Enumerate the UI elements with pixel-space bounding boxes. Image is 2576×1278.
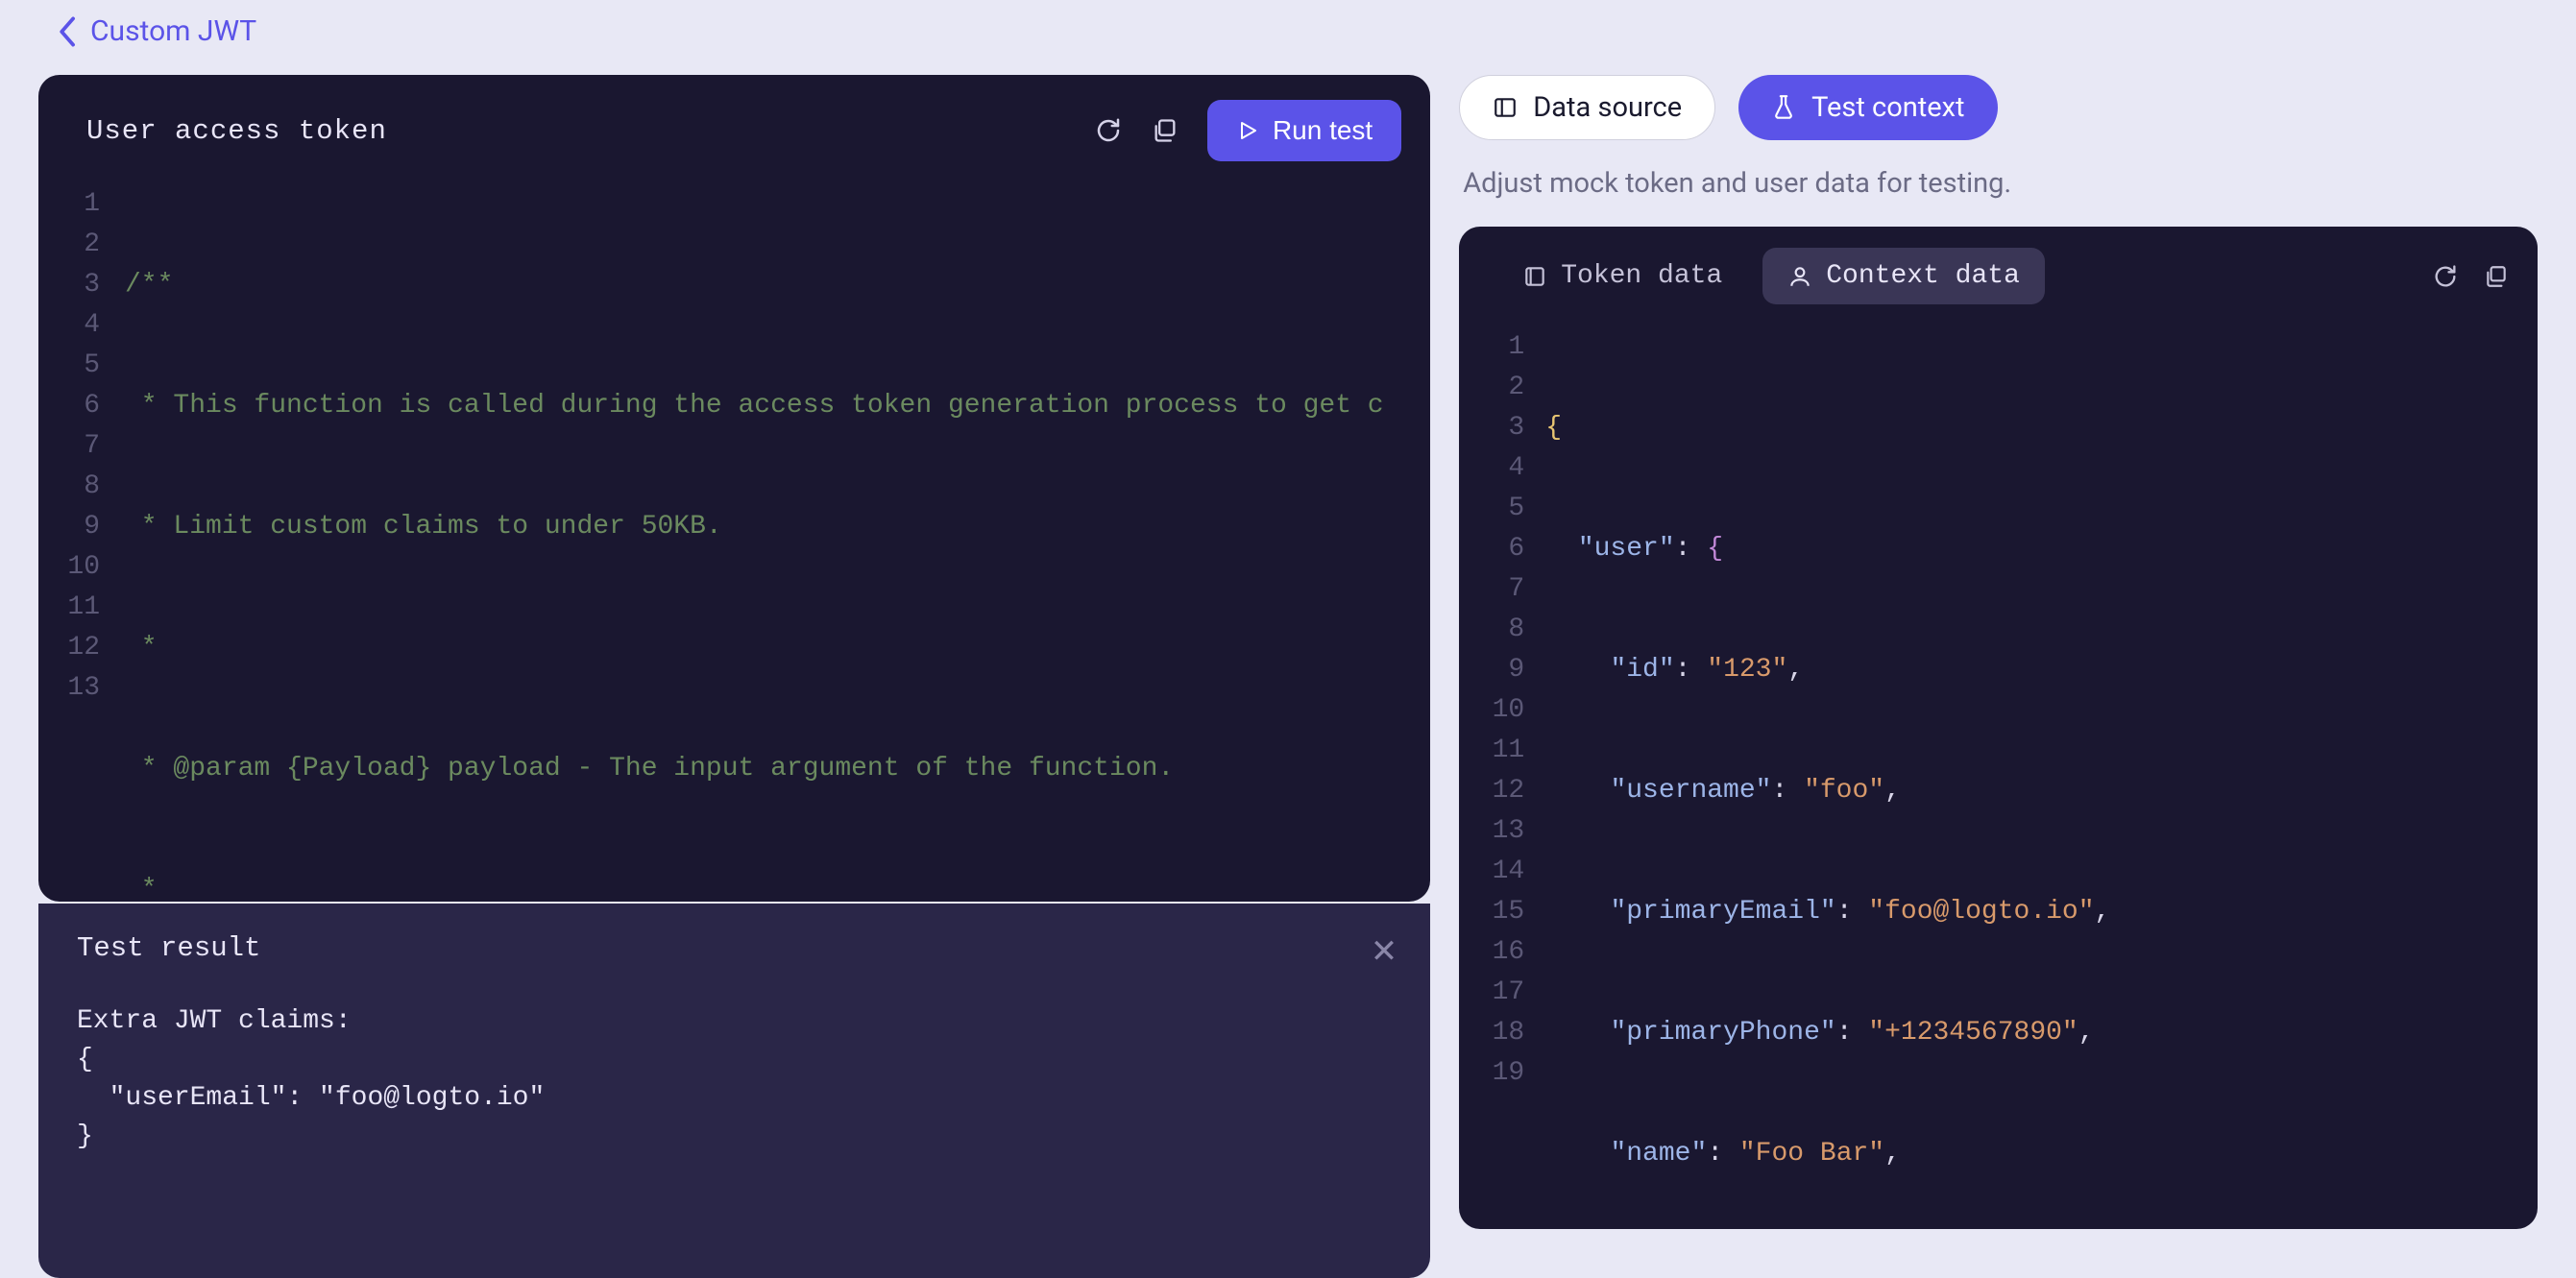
panel-icon (1493, 95, 1518, 120)
editor-panel: User access token Run test (38, 75, 1430, 902)
code-editor[interactable]: 12345678910111213 /** * This function is… (38, 179, 1430, 902)
tab-context-data[interactable]: Context data (1762, 248, 2045, 304)
close-icon[interactable]: ✕ (1371, 932, 1398, 973)
refresh-icon[interactable] (2432, 263, 2459, 290)
tab-token-data[interactable]: Token data (1497, 248, 1747, 304)
token-icon (1522, 264, 1547, 289)
run-test-button[interactable]: Run test (1207, 100, 1401, 161)
flask-icon (1771, 93, 1796, 122)
breadcrumb-title[interactable]: Custom JWT (90, 14, 256, 48)
tab-data-source[interactable]: Data source (1459, 75, 1715, 140)
expand-icon[interactable] (1152, 117, 1179, 144)
test-result-panel: Test result ✕ Extra JWT claims: { "userE… (38, 904, 1430, 1278)
json-gutter: 12345678910111213141516171819 (1459, 327, 1545, 1229)
right-tabs: Data source Test context (1459, 75, 2538, 140)
play-icon (1236, 119, 1259, 142)
test-result-title: Test result (77, 932, 1392, 964)
json-lines[interactable]: { "user": { "id": "123", "username": "fo… (1545, 327, 2538, 1229)
test-result-body: Extra JWT claims: { "userEmail": "foo@lo… (77, 1002, 1392, 1156)
context-panel: Token data Context data (1459, 227, 2538, 1229)
tab-context-data-label: Context data (1826, 261, 2020, 291)
tab-test-context[interactable]: Test context (1738, 75, 1997, 140)
editor-title: User access token (86, 115, 387, 147)
user-icon (1787, 264, 1812, 289)
line-gutter: 12345678910111213 (38, 184, 125, 902)
expand-icon[interactable] (2484, 263, 2509, 290)
right-hint: Adjust mock token and user data for test… (1459, 167, 2538, 200)
tab-data-source-label: Data source (1533, 91, 1682, 124)
run-test-label: Run test (1273, 115, 1373, 146)
json-editor[interactable]: 12345678910111213141516171819 { "user": … (1459, 322, 2538, 1229)
tab-test-context-label: Test context (1811, 91, 1964, 124)
code-lines[interactable]: /** * This function is called during the… (125, 184, 1430, 902)
refresh-icon[interactable] (1094, 116, 1123, 145)
back-chevron-icon[interactable] (58, 15, 79, 48)
breadcrumb[interactable]: Custom JWT (38, 14, 2538, 48)
tab-token-data-label: Token data (1561, 261, 1722, 291)
